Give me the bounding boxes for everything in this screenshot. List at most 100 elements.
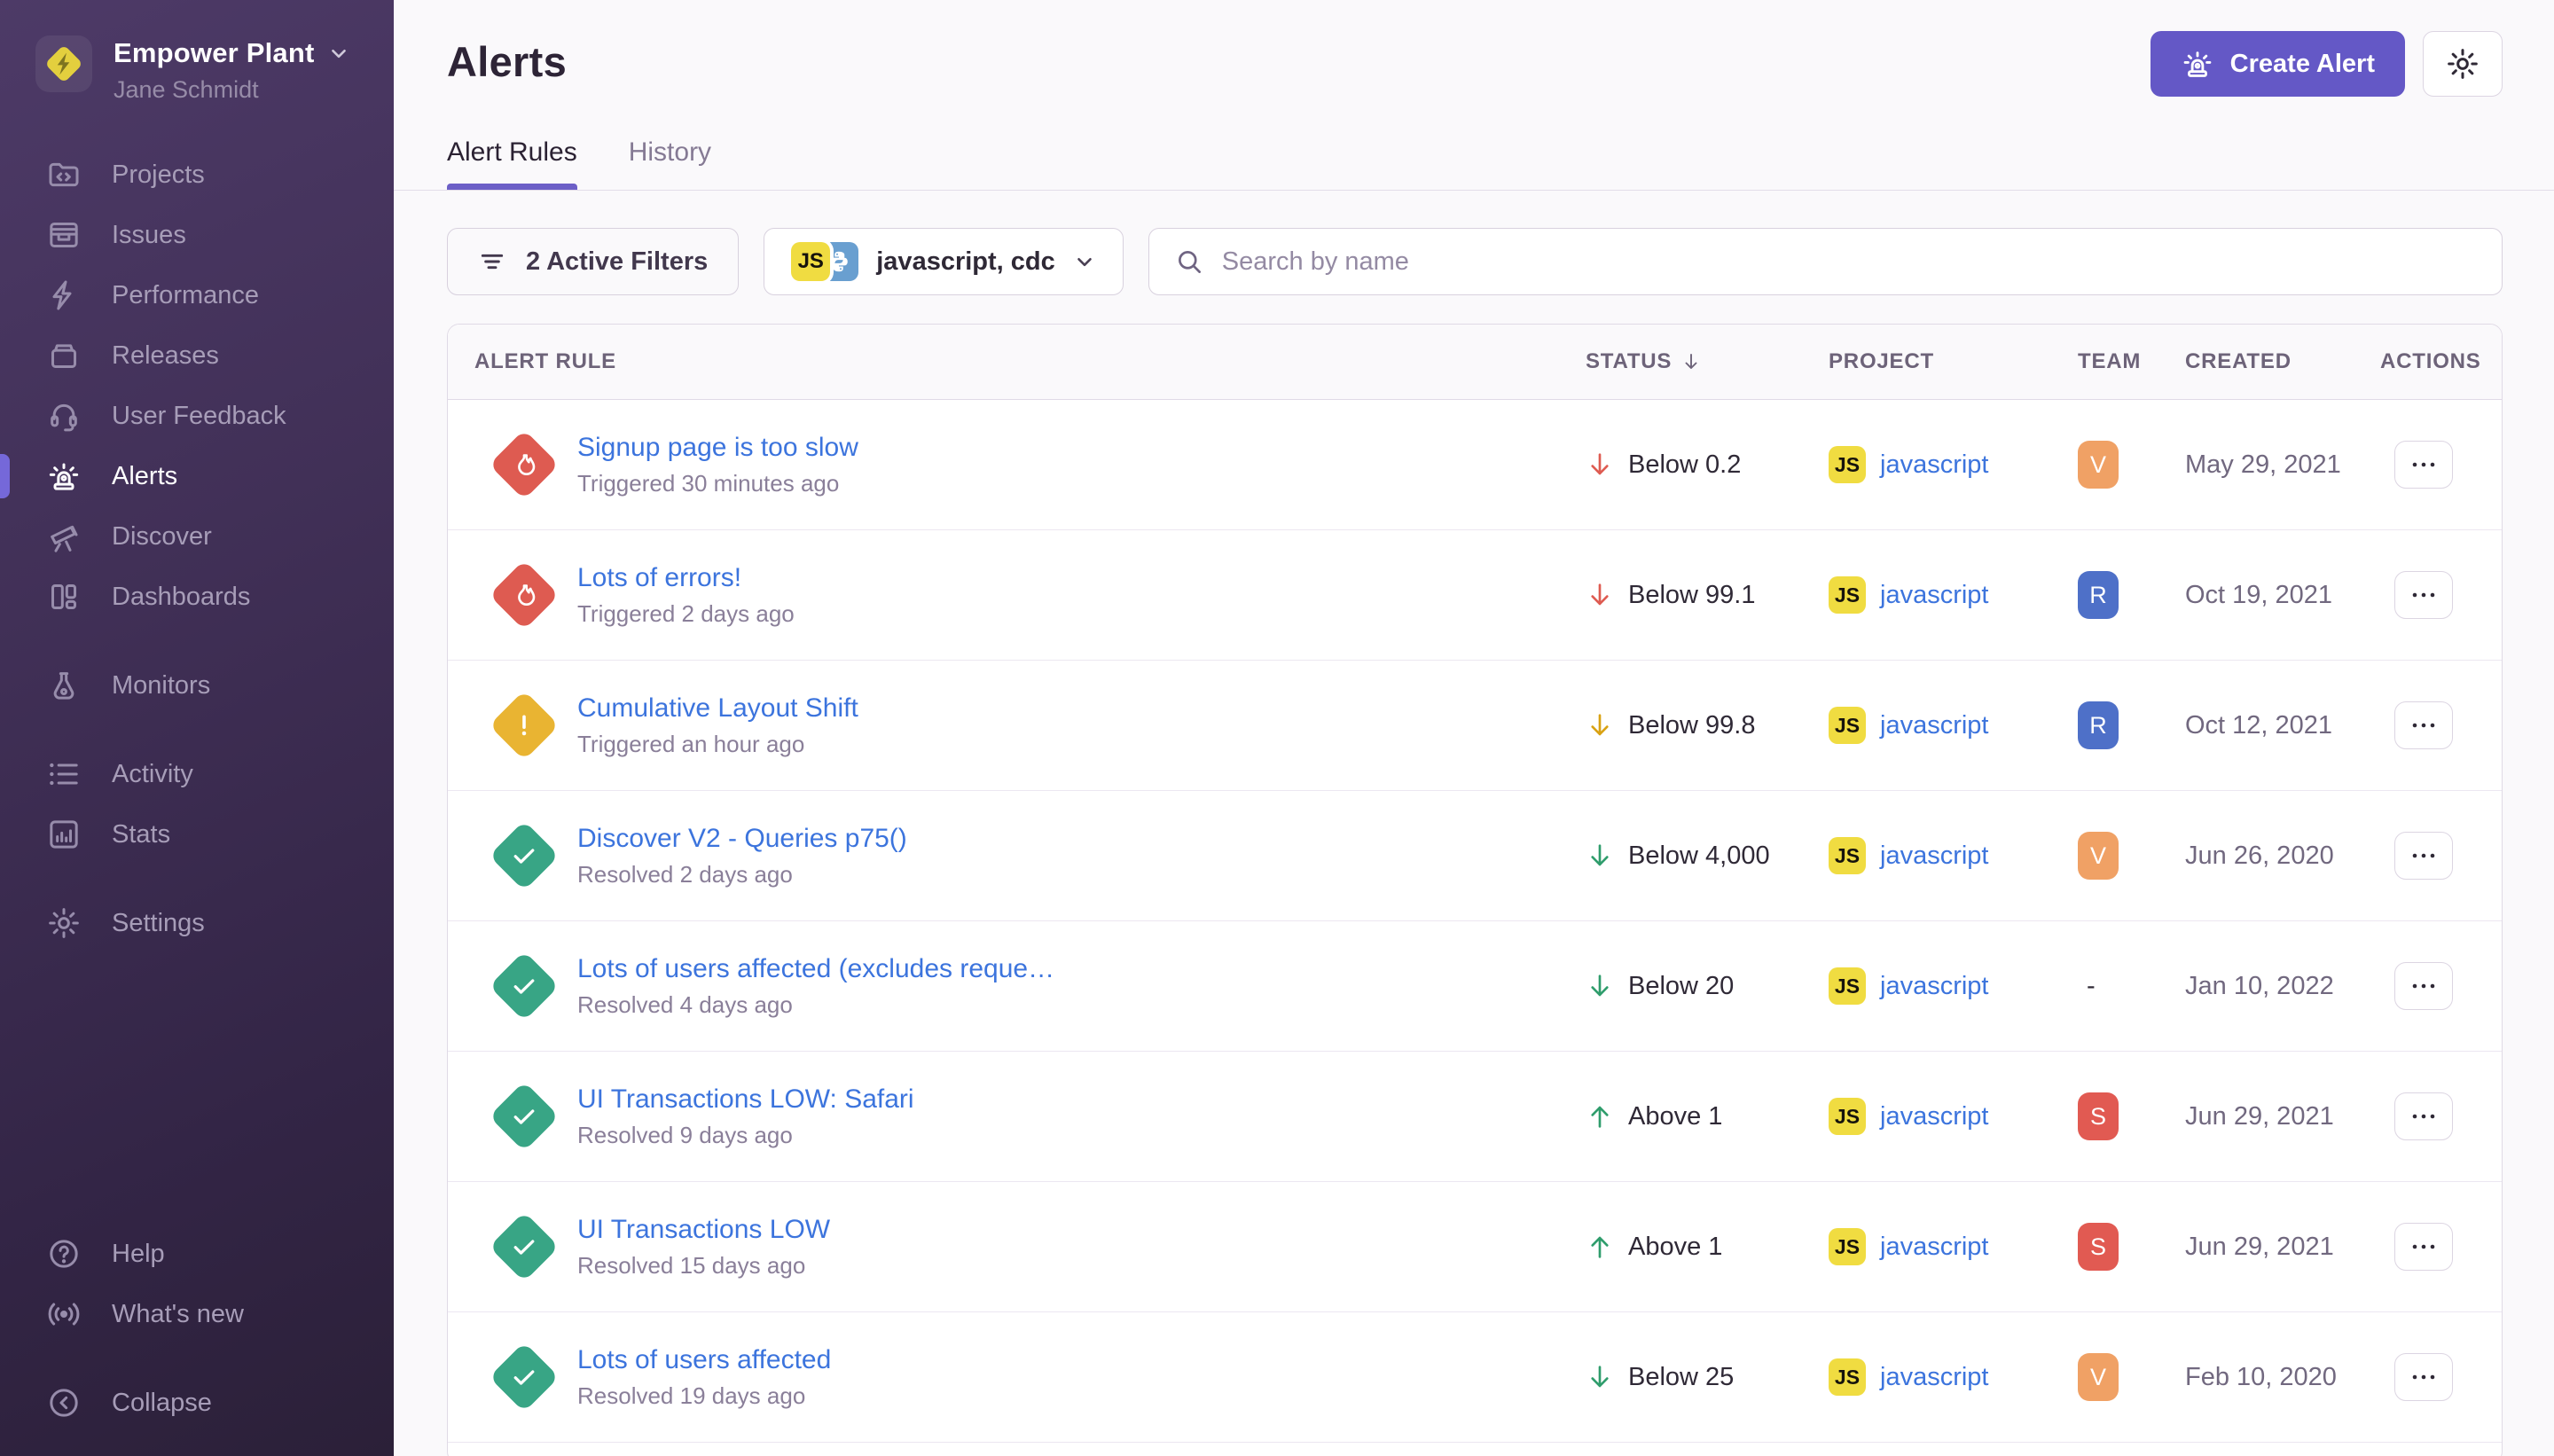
grid-icon	[46, 579, 82, 614]
sidebar-item-label: Monitors	[112, 671, 210, 701]
project-link[interactable]: javascript	[1880, 450, 1989, 480]
alert-rule-link[interactable]: UI Transactions LOW	[577, 1215, 830, 1245]
javascript-platform-icon: JS	[1829, 967, 1866, 1005]
nav-group: Help What's new	[0, 1224, 394, 1344]
status-cell: Below 99.8	[1586, 711, 1829, 740]
table-row: UI Transactions LOWResolved 15 days agoA…	[448, 1182, 2502, 1312]
sidebar-item-label: Collapse	[112, 1389, 212, 1418]
sidebar-item-dashboards[interactable]: Dashboards	[0, 567, 394, 627]
project-link[interactable]: javascript	[1880, 1102, 1989, 1131]
alert-rule-link[interactable]: Lots of users affected	[577, 1345, 831, 1375]
alert-rule-link[interactable]: Signup page is too slow	[577, 433, 858, 463]
active-filters-button[interactable]: 2 Active Filters	[447, 228, 739, 295]
team-avatar: V	[2078, 1353, 2119, 1401]
tabs-divider	[394, 190, 2554, 191]
alert-rule-status-text: Resolved 9 days ago	[577, 1122, 914, 1149]
search-box	[1148, 228, 2503, 295]
sidebar-item-issues[interactable]: Issues	[0, 205, 394, 265]
project-link[interactable]: javascript	[1880, 1233, 1989, 1262]
sidebar-item-label: Dashboards	[112, 583, 250, 612]
alert-rule-status-text: Triggered 2 days ago	[577, 600, 795, 628]
sidebar-item-monitors[interactable]: Monitors	[0, 655, 394, 716]
sidebar-item-projects[interactable]: Projects	[0, 145, 394, 205]
project-link[interactable]: javascript	[1880, 1363, 1989, 1392]
status-value: Below 20	[1628, 972, 1734, 1001]
team-avatar: S	[2078, 1092, 2119, 1140]
tab-history[interactable]: History	[629, 137, 711, 190]
alert-rule-cell: UI Transactions LOW: Safari Resolved 9 da…	[448, 1081, 1586, 1152]
resolved-diamond-icon	[489, 1211, 560, 1282]
actions-cell	[2380, 441, 2502, 489]
status-cell: Below 99.1	[1586, 581, 1829, 610]
project-filter-dropdown[interactable]: JS javascript, cdc	[764, 228, 1124, 295]
status-value: Below 4,000	[1628, 842, 1770, 871]
chart-icon	[46, 817, 82, 852]
column-header-project[interactable]: Project	[1829, 349, 2078, 374]
question-icon	[46, 1236, 82, 1272]
javascript-platform-icon: JS	[791, 242, 830, 281]
list-icon	[46, 756, 82, 792]
sidebar: Empower Plant Jane Schmidt ProjectsIssue…	[0, 0, 394, 1456]
sidebar-item-stats[interactable]: Stats	[0, 804, 394, 865]
row-actions-button[interactable]	[2394, 962, 2453, 1010]
actions-cell	[2380, 1353, 2502, 1401]
sidebar-item-label: Help	[112, 1240, 165, 1269]
table-body: Signup page is too slowTriggered 30 minu…	[448, 400, 2502, 1443]
sidebar-item-releases[interactable]: Releases	[0, 325, 394, 386]
row-actions-button[interactable]	[2394, 571, 2453, 619]
row-actions-button[interactable]	[2394, 701, 2453, 749]
alert-rule-cell: Lots of users affected (excludes reque…R…	[448, 951, 1586, 1022]
row-actions-button[interactable]	[2394, 832, 2453, 880]
sidebar-item-performance[interactable]: Performance	[0, 265, 394, 325]
sidebar-item-what-s-new[interactable]: What's new	[0, 1284, 394, 1344]
alert-rule-status-text: Triggered an hour ago	[577, 731, 858, 758]
column-header-team[interactable]: Team	[2078, 349, 2185, 374]
create-alert-label: Create Alert	[2230, 50, 2375, 79]
project-link[interactable]: javascript	[1880, 711, 1989, 740]
actions-cell	[2380, 1223, 2502, 1271]
search-input[interactable]	[1222, 247, 2477, 277]
arrow-down-icon	[1586, 1363, 1614, 1391]
sidebar-item-activity[interactable]: Activity	[0, 744, 394, 804]
sidebar-item-help[interactable]: Help	[0, 1224, 394, 1284]
actions-cell	[2380, 832, 2502, 880]
sidebar-footer: Help What's new Collapse	[0, 1224, 394, 1433]
chevron-down-icon	[327, 42, 350, 65]
page-header: Alerts Create Alert Alert Rules History	[394, 0, 2554, 190]
header-actions: Create Alert	[2151, 31, 2503, 97]
sidebar-item-settings[interactable]: Settings	[0, 893, 394, 953]
alert-rule-link[interactable]: Cumulative Layout Shift	[577, 693, 858, 724]
project-link[interactable]: javascript	[1880, 581, 1989, 610]
team-avatar: R	[2078, 701, 2119, 749]
row-actions-button[interactable]	[2394, 1223, 2453, 1271]
status-value: Below 25	[1628, 1363, 1734, 1392]
gear-icon	[46, 905, 82, 941]
row-actions-button[interactable]	[2394, 1092, 2453, 1140]
column-header-created[interactable]: Created	[2185, 349, 2380, 374]
org-switcher[interactable]: Empower Plant Jane Schmidt	[0, 0, 394, 104]
row-actions-button[interactable]	[2394, 441, 2453, 489]
settings-button[interactable]	[2423, 31, 2503, 97]
column-header-status[interactable]: Status	[1586, 349, 1829, 374]
sidebar-item-collapse[interactable]: Collapse	[0, 1373, 394, 1433]
alert-rule-link[interactable]: Discover V2 - Queries p75()	[577, 824, 907, 854]
create-alert-button[interactable]: Create Alert	[2151, 31, 2405, 97]
arrow-up-icon	[1586, 1233, 1614, 1261]
tab-alert-rules[interactable]: Alert Rules	[447, 137, 577, 190]
sidebar-item-user-feedback[interactable]: User Feedback	[0, 386, 394, 446]
team-cell: S	[2078, 1223, 2185, 1271]
project-link[interactable]: javascript	[1880, 842, 1989, 871]
alert-rule-link[interactable]: Lots of users affected (excludes reque…	[577, 954, 1054, 984]
team-cell: R	[2078, 701, 2185, 749]
sidebar-item-discover[interactable]: Discover	[0, 506, 394, 567]
row-actions-button[interactable]	[2394, 1353, 2453, 1401]
alert-rule-link[interactable]: Lots of errors!	[577, 563, 795, 593]
sidebar-item-label: Discover	[112, 522, 212, 552]
project-link[interactable]: javascript	[1880, 972, 1989, 1001]
search-icon	[1174, 247, 1204, 277]
table-header: Alert Rule Status Project Team Created A…	[448, 325, 2502, 400]
arrow-down-icon	[1586, 972, 1614, 1000]
alert-rule-link[interactable]: UI Transactions LOW: Safari	[577, 1084, 914, 1115]
sidebar-item-alerts[interactable]: Alerts	[0, 446, 394, 506]
column-header-alert-rule[interactable]: Alert Rule	[448, 349, 1586, 374]
